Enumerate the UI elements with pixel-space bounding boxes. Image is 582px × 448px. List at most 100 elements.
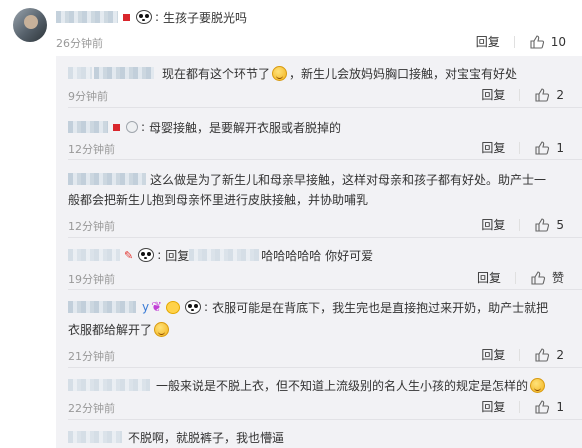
colon-separator: : [155,10,160,24]
reply-content: 不脱啊，就脱裤子，我也懵逼 [128,430,285,445]
reply-button[interactable]: 回复 [481,216,505,233]
reply-text-line: : 母婴接触，是要解开衣服或者脱掉的 [68,118,341,136]
medal-icon [126,121,138,133]
reply-actions: 回复 赞 [477,269,564,286]
comment-actions: 回复 10 [476,33,566,50]
replies-panel: 现在都有这个环节了 ，新生儿会放妈妈胸口接触，对宝宝有好处 9分钟前 回复 2 … [56,56,582,448]
reply-text-line: 不脱啊，就脱裤子，我也懵逼 [68,428,284,446]
blurred-username[interactable] [68,249,120,261]
like-count: 1 [556,399,564,414]
reply-text-line-2: 衣服都给解开了 [68,320,171,338]
reply-content: 这么做是为了新生儿和母亲早接触，这样对母亲和孩子都有好处。助产士一 [150,172,547,187]
reply-text-line: y ❦ : 衣服可能是在背底下，我生完也是直接抱过来开奶，助产士就把 [68,298,548,316]
sweat-smile-emoji-icon [154,321,170,337]
thumbs-up-icon [535,399,550,414]
reply-content: 母婴接触，是要解开衣服或者脱掉的 [149,120,342,135]
main-comment: : 生孩子要脱光吗 26分钟前 回复 10 [0,0,582,56]
vip-badge-icon [123,13,130,21]
like-button[interactable]: 10 [529,34,566,50]
reply-button[interactable]: 回复 [477,269,501,286]
like-button[interactable]: 1 [534,140,564,156]
chick-emoji-icon [166,300,181,314]
blurred-username[interactable] [94,67,154,79]
blurred-username[interactable] [56,11,118,23]
like-count: 1 [556,140,564,155]
reply-item: 不脱啊，就脱裤子，我也懵逼 [56,420,582,448]
blurred-mentioned-user[interactable] [189,249,260,261]
action-divider [519,218,521,231]
action-divider [519,400,521,413]
reply-content-continued: ，新生儿会放妈妈胸口接触，对宝宝有好处 [289,66,518,81]
reply-text-line: 现在都有这个环节了 ，新生儿会放妈妈胸口接触，对宝宝有好处 [68,64,517,82]
reply-actions: 回复 1 [481,139,564,156]
reply-actions: 回复 1 [481,398,564,415]
reply-time: 22分钟前 [68,402,115,415]
comment-time: 26分钟前 [56,37,103,50]
like-button[interactable]: 5 [534,217,564,233]
panda-emoji-icon [136,10,152,24]
butterfly-icon: ❦ [151,299,163,315]
thumbs-up-icon [535,140,550,155]
action-divider [519,348,521,361]
blurred-username[interactable] [68,173,146,185]
blurred-username[interactable] [68,67,92,79]
vip-badge-icon [113,123,120,131]
action-divider [519,88,521,101]
colon-separator: : [157,248,162,262]
reply-actions: 回复 2 [481,86,564,103]
thumbs-up-icon [535,87,550,102]
thumbs-up-icon [530,34,544,49]
reply-content: 一般来说是不脱上衣，但不知道上流级别的名人生小孩的规定是怎样的 [156,378,529,393]
like-count: 2 [556,347,564,362]
reply-item: ✎ : 回复 哈哈哈哈哈 你好可爱 19分钟前 回复 赞 [56,238,582,290]
like-button[interactable]: 1 [534,399,564,415]
thumbs-up-icon [535,217,550,232]
colon-separator: : [141,120,146,134]
username-suffix[interactable]: y [142,300,149,314]
laugh-cry-emoji-icon [272,65,288,81]
reply-actions: 回复 2 [481,346,564,363]
colon-separator: : [204,300,209,314]
blurred-username[interactable] [68,121,108,133]
reply-content: 哈哈哈哈哈 你好可爱 [261,248,374,263]
reply-item: y ❦ : 衣服可能是在背底下，我生完也是直接抱过来开奶，助产士就把 衣服都给解… [56,290,582,368]
reply-time: 12分钟前 [68,220,115,233]
reply-button[interactable]: 回复 [481,139,505,156]
reply-time: 9分钟前 [68,90,108,103]
thumbs-up-icon [531,270,546,285]
like-button[interactable]: 2 [534,347,564,363]
main-comment-content: 生孩子要脱光吗 [163,10,248,25]
reply-time: 12分钟前 [68,143,115,156]
reply-content-continued: 般都会把新生儿抱到母亲怀里进行皮肤接触，并协助哺乳 [68,192,369,207]
reply-text-line: ✎ : 回复 哈哈哈哈哈 你好可爱 [68,246,373,264]
action-divider [513,35,515,48]
like-button[interactable]: 2 [534,87,564,103]
reply-item: 这么做是为了新生儿和母亲早接触，这样对母亲和孩子都有好处。助产士一 般都会把新生… [56,160,582,238]
blurred-username[interactable] [68,379,150,391]
reply-time: 21分钟前 [68,350,115,363]
reply-text-line-2: 般都会把新生儿抱到母亲怀里进行皮肤接触，并协助哺乳 [68,190,368,208]
thumbs-up-icon [535,347,550,362]
action-divider [519,141,521,154]
reply-button[interactable]: 回复 [481,86,505,103]
avatar[interactable] [13,8,47,42]
blurred-username[interactable] [68,431,122,443]
grin-emoji-icon [530,377,546,393]
blurred-username[interactable] [68,301,136,313]
reply-button[interactable]: 回复 [481,346,505,363]
panda-emoji-icon [185,300,202,314]
reply-content-continued: 衣服都给解开了 [68,322,153,337]
like-count: 10 [550,34,566,49]
reply-to-prefix: 回复 [165,248,190,263]
reply-item: 一般来说是不脱上衣，但不知道上流级别的名人生小孩的规定是怎样的 22分钟前 回复… [56,368,582,420]
reply-content: 衣服可能是在背底下，我生完也是直接抱过来开奶，助产士就把 [212,300,549,315]
like-count: 赞 [551,271,564,285]
reply-button[interactable]: 回复 [481,398,505,415]
like-button[interactable]: 赞 [530,269,564,286]
main-comment-text-line: : 生孩子要脱光吗 [56,8,247,26]
reply-text-line: 一般来说是不脱上衣，但不知道上流级别的名人生小孩的规定是怎样的 [68,376,547,394]
reply-text-line: 这么做是为了新生儿和母亲早接触，这样对母亲和孩子都有好处。助产士一 [68,170,546,188]
like-count: 5 [556,217,564,232]
reply-button[interactable]: 回复 [476,33,500,50]
reply-item: : 母婴接触，是要解开衣服或者脱掉的 12分钟前 回复 1 [56,108,582,160]
